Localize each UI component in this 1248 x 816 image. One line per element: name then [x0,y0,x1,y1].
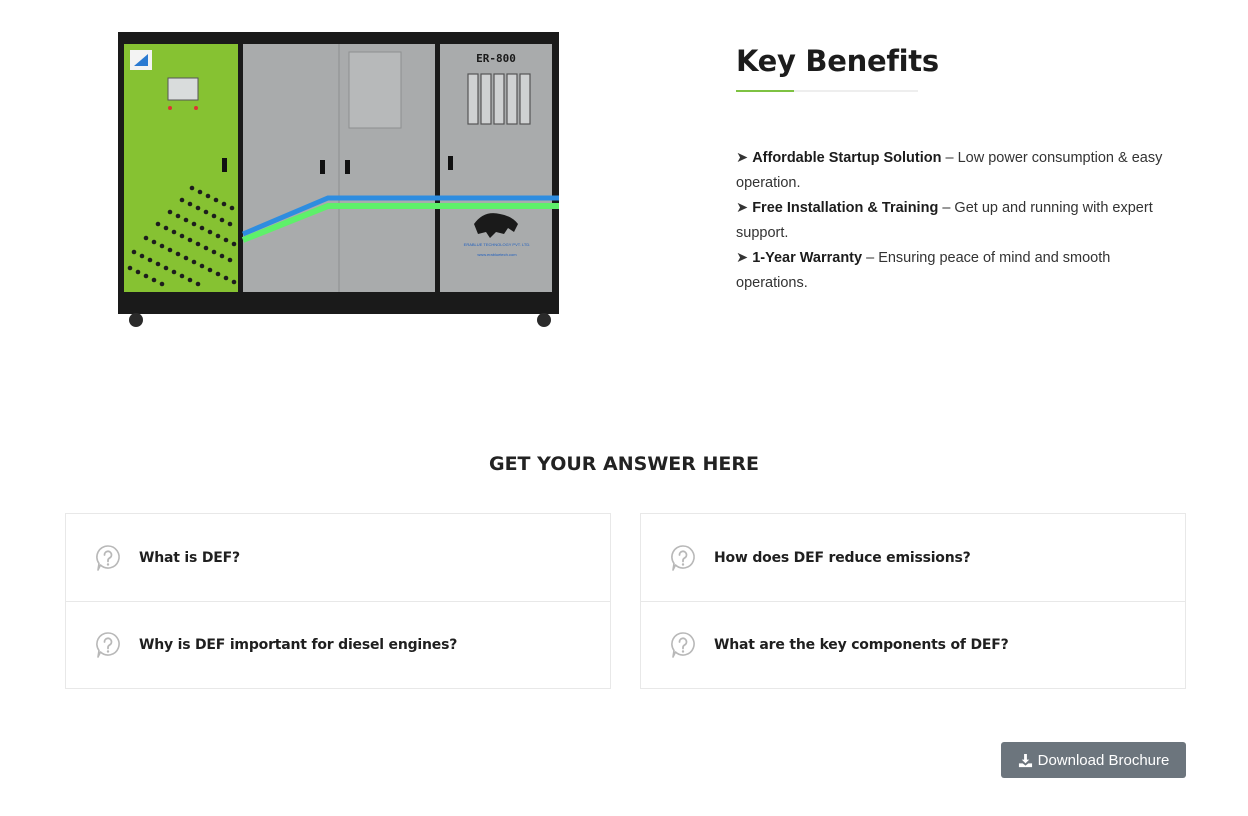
benefit-title: 1-Year Warranty [752,250,863,266]
question-bubble-icon [96,632,120,658]
model-label: ER-800 [476,52,516,65]
faq-item[interactable]: What is DEF? [66,514,610,601]
benefits-title: Key Benefits [736,44,939,78]
question-bubble-icon [96,544,120,571]
bullet-arrow-icon: ➤ [736,250,749,266]
benefit-title: Free Installation & Training [752,200,939,216]
faq-heading: GET YOUR ANSWER HERE [488,453,760,475]
key-benefits: Key Benefits ➤ Affordable Startup Soluti… [736,44,1186,296]
faq-column-right: How does DEF reduce emissions? What are … [640,513,1186,689]
faq-item[interactable]: How does DEF reduce emissions? [641,514,1185,601]
download-brochure-button[interactable]: Download Brochure [1001,742,1186,778]
benefit-item: ➤ Free Installation & Training – Get up … [736,196,1186,246]
faq-question: What is DEF? [139,549,240,566]
title-underline-accent [736,90,794,92]
faq-column-left: What is DEF? Why is DEF important for di… [65,513,611,689]
bullet-arrow-icon: ➤ [736,150,749,166]
faq-item[interactable]: What are the key components of DEF? [641,601,1185,688]
faq-question: How does DEF reduce emissions? [714,549,971,566]
faq-question: What are the key components of DEF? [714,637,1009,653]
website-plate: www.erabluetech.com [477,252,517,257]
download-label: Download Brochure [1037,751,1170,769]
benefit-list: ➤ Affordable Startup Solution – Low powe… [736,146,1186,296]
benefit-item: ➤ 1-Year Warranty – Ensuring peace of mi… [736,246,1186,296]
company-plate: ERABLUE TECHNOLOGY PVT. LTD. [464,242,531,247]
product-image: ER-800 ERABLUE TECHNOLOGY PVT. LTD. www.… [118,32,559,327]
faq-item[interactable]: Why is DEF important for diesel engines? [66,601,610,688]
title-underline [736,90,918,92]
download-icon [1018,753,1032,767]
bullet-arrow-icon: ➤ [736,200,749,216]
faq-question: Why is DEF important for diesel engines? [139,637,458,653]
benefit-title: Affordable Startup Solution [752,150,942,166]
question-bubble-icon [671,544,695,571]
benefit-item: ➤ Affordable Startup Solution – Low powe… [736,146,1186,196]
question-bubble-icon [671,632,695,658]
